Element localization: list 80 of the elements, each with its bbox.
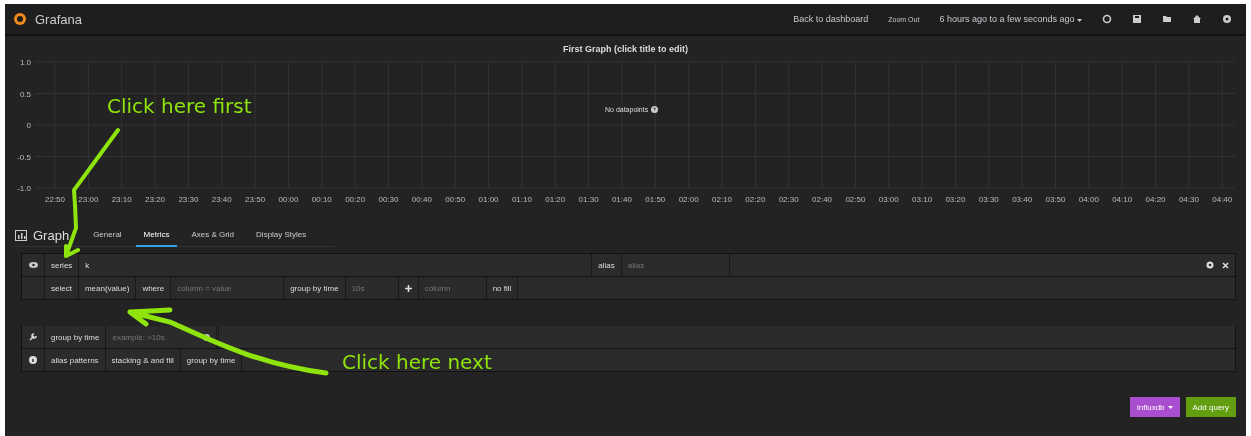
x-tick-label: 00:50: [445, 195, 466, 204]
x-tick-label: 00:10: [311, 195, 333, 204]
home-icon[interactable]: [1192, 14, 1202, 24]
back-link[interactable]: Back to dashboard: [787, 14, 875, 24]
graph-icon: [15, 229, 27, 241]
x-tick-label: 02:00: [678, 195, 700, 204]
x-tick-label: 02:40: [812, 195, 833, 204]
brand-title[interactable]: Grafana: [35, 11, 82, 27]
series-field[interactable]: k: [79, 254, 593, 276]
x-tick-label: 01:40: [611, 195, 633, 204]
x-tick-label: 01:30: [578, 195, 600, 204]
alias-label: alias: [592, 254, 622, 276]
grafana-logo-icon: [13, 12, 27, 26]
y-tick-label: -1.0: [17, 184, 32, 193]
x-tick-label: 02:20: [745, 195, 766, 204]
caret-icon: [1167, 405, 1173, 409]
x-tick-label: 23:00: [78, 195, 99, 204]
y-tick-label: -0.5: [17, 152, 32, 162]
settings-icon[interactable]: [1206, 261, 1214, 269]
x-tick-label: 01:20: [545, 195, 566, 204]
x-tick-label: 04:20: [1145, 195, 1167, 204]
editor-title: Graph: [33, 227, 70, 243]
x-tick-label: 01:10: [511, 195, 533, 204]
x-tick-label: 04:40: [1212, 195, 1233, 204]
folder-icon[interactable]: [1162, 14, 1172, 24]
editor-tab[interactable]: Axes & Grid: [183, 223, 243, 247]
x-tick-label: 03:40: [1012, 195, 1033, 204]
x-tick-label: 23:10: [111, 195, 133, 204]
x-tick-label: 03:10: [912, 195, 933, 204]
editor-tab[interactable]: General: [85, 223, 130, 247]
editor-tab[interactable]: Metrics: [135, 223, 178, 247]
editor-tab[interactable]: Display Styles: [248, 223, 315, 247]
plus-icon[interactable]: [404, 284, 412, 292]
select-field[interactable]: mean(value): [78, 277, 137, 299]
x-tick-label: 03:50: [1045, 195, 1067, 204]
wrench-icon: [29, 333, 37, 341]
x-tick-label: 02:10: [711, 195, 733, 204]
x-tick-label: 03:20: [945, 195, 966, 204]
settings-icon[interactable]: [1222, 14, 1232, 24]
annotation-text: Click here next: [342, 350, 492, 374]
x-tick-label: 04:00: [1078, 195, 1100, 204]
fill-option[interactable]: no fill: [486, 277, 519, 299]
group-by-label: group by time: [284, 277, 346, 299]
x-tick-label: 03:30: [978, 195, 1000, 204]
x-tick-label: 01:50: [645, 195, 666, 204]
info-icon: [29, 356, 37, 364]
y-tick-label: 1.0: [19, 58, 32, 67]
select-label: select: [45, 277, 79, 299]
x-tick-label: 00:30: [378, 195, 400, 204]
x-tick-label: 02:50: [845, 195, 866, 204]
x-tick-label: 23:50: [245, 195, 266, 204]
datasource-button[interactable]: influxdb: [1129, 397, 1180, 417]
panel-title[interactable]: First Graph (click title to edit): [5, 44, 1246, 54]
close-icon[interactable]: [1222, 261, 1229, 269]
x-tick-label: 00:40: [411, 195, 433, 204]
x-tick-label: 23:20: [145, 195, 166, 204]
group-by-label: group by time: [45, 326, 107, 348]
x-tick-label: 03:00: [878, 195, 900, 204]
x-tick-label: 23:30: [178, 195, 199, 204]
time-range-picker[interactable]: 6 hours ago to a few seconds ago: [933, 14, 1088, 24]
x-tick-label: 22:50: [44, 195, 66, 204]
series-label: series: [45, 254, 80, 276]
y-tick-label: 0.5: [19, 89, 32, 99]
eye-icon[interactable]: [28, 262, 38, 268]
help-link[interactable]: group by time: [180, 349, 243, 371]
x-tick-label: 02:30: [778, 195, 800, 204]
x-tick-label: 00:00: [278, 195, 299, 204]
where-label: where: [136, 277, 172, 299]
x-tick-label: 01:00: [478, 195, 500, 204]
x-tick-label: 00:20: [345, 195, 366, 204]
help-link[interactable]: alias patterns: [45, 349, 106, 371]
help-link[interactable]: stacking & and fill: [105, 349, 181, 371]
y-tick-label: 0: [26, 121, 32, 130]
x-tick-label: 04:10: [1112, 195, 1133, 204]
save-icon[interactable]: [1132, 14, 1142, 24]
x-tick-label: 23:40: [211, 195, 233, 204]
annotation-text: Click here first: [107, 94, 252, 118]
refresh-icon[interactable]: [1102, 14, 1112, 24]
caret-icon: [1077, 19, 1082, 22]
x-tick-label: 04:30: [1178, 195, 1200, 204]
